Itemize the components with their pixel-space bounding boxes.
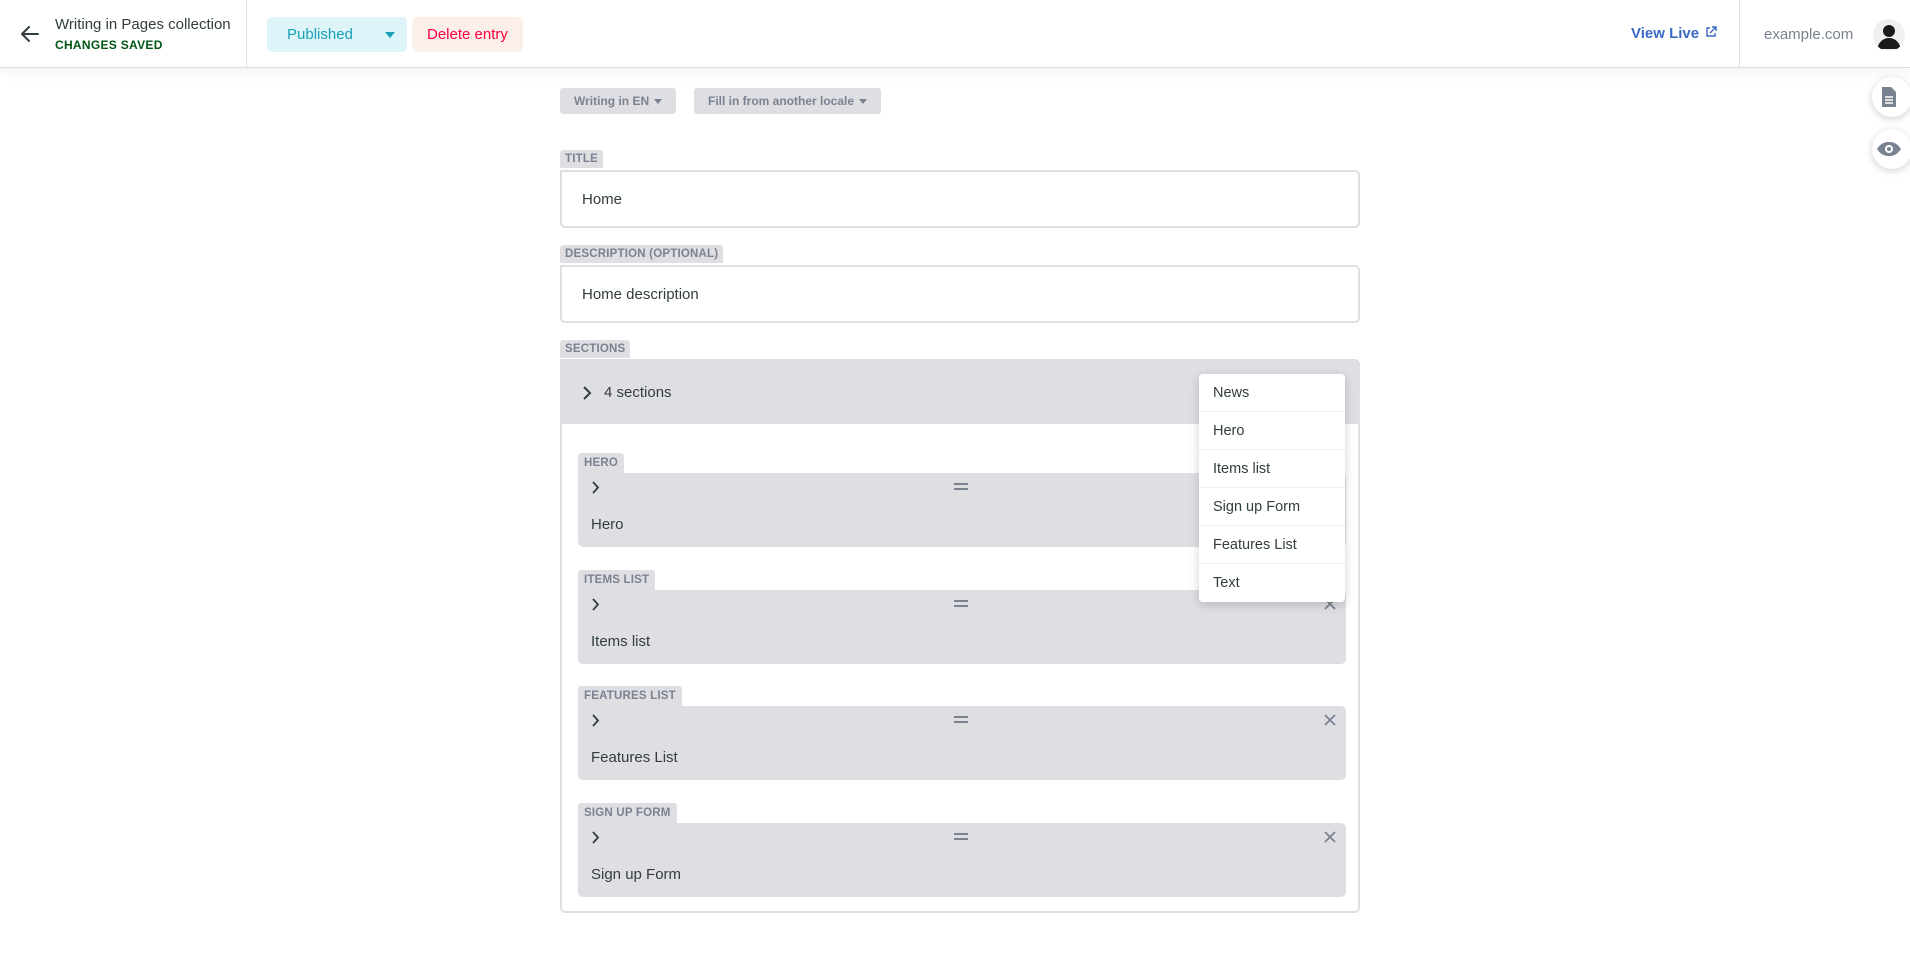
chevron-right-icon[interactable] [588, 596, 604, 612]
chevron-right-icon[interactable] [588, 712, 604, 728]
add-section-menu: News Hero Items list Sign up Form Featur… [1199, 374, 1345, 602]
section-title: Items list [591, 633, 651, 650]
section-title: Hero [591, 516, 624, 533]
menu-item-sign-up-form[interactable]: Sign up Form [1199, 488, 1345, 526]
drag-handle-icon[interactable] [954, 833, 968, 841]
close-icon[interactable] [1322, 712, 1338, 728]
section-item-features-list[interactable]: Features List [578, 706, 1346, 780]
section-type-label: FEATURES LIST [578, 686, 682, 706]
user-avatar-icon[interactable] [1873, 19, 1905, 51]
divider [246, 0, 247, 68]
top-bar: Writing in Pages collection CHANGES SAVE… [0, 0, 1910, 68]
sections-count: 4 sections [604, 384, 672, 401]
preview-eye-icon[interactable] [1872, 129, 1910, 169]
caret-down-icon [384, 31, 395, 38]
chevron-right-icon[interactable] [588, 829, 604, 845]
title-field[interactable]: Home [560, 170, 1360, 228]
section-item-sign-up-form[interactable]: Sign up Form [578, 823, 1346, 897]
chevron-right-icon[interactable] [588, 479, 604, 495]
menu-item-text[interactable]: Text [1199, 564, 1345, 602]
description-label: DESCRIPTION (OPTIONAL) [560, 245, 724, 263]
description-field[interactable]: Home description [560, 265, 1360, 323]
locale-select-button[interactable]: Writing in EN [560, 88, 677, 114]
menu-item-news[interactable]: News [1199, 374, 1345, 412]
view-live-link[interactable]: View Live [1631, 25, 1717, 42]
delete-entry-button[interactable]: Delete entry [412, 17, 523, 52]
entry-title: Writing in Pages collection [55, 16, 231, 33]
site-name: example.com [1764, 26, 1854, 43]
section-title: Features List [591, 749, 678, 766]
close-icon[interactable] [1322, 829, 1338, 845]
locale-label: Writing in EN [574, 94, 650, 108]
document-icon[interactable] [1872, 77, 1910, 117]
drag-handle-icon[interactable] [954, 483, 968, 491]
caret-down-icon [859, 98, 868, 104]
view-live-label: View Live [1631, 25, 1700, 42]
section-type-label: SIGN UP FORM [578, 803, 677, 823]
save-status: CHANGES SAVED [55, 38, 163, 52]
menu-item-items-list[interactable]: Items list [1199, 450, 1345, 488]
drag-handle-icon[interactable] [954, 716, 968, 724]
divider [1739, 0, 1740, 68]
sections-label: SECTIONS [560, 340, 631, 358]
back-arrow-icon[interactable] [18, 22, 42, 46]
menu-item-hero[interactable]: Hero [1199, 412, 1345, 450]
fill-locale-label: Fill in from another locale [708, 94, 855, 108]
drag-handle-icon[interactable] [954, 600, 968, 608]
section-type-label: HERO [578, 453, 625, 473]
publish-button[interactable]: Published [267, 17, 373, 52]
caret-down-icon [654, 98, 663, 104]
title-label: TITLE [560, 150, 603, 168]
fill-locale-button[interactable]: Fill in from another locale [694, 88, 882, 114]
section-type-label: ITEMS LIST [578, 570, 656, 590]
publish-control: Published [267, 17, 407, 52]
section-title: Sign up Form [591, 866, 682, 883]
chevron-right-icon [583, 385, 592, 400]
publish-options-button[interactable] [372, 17, 407, 52]
menu-item-features-list[interactable]: Features List [1199, 526, 1345, 564]
external-link-icon [1705, 25, 1717, 42]
